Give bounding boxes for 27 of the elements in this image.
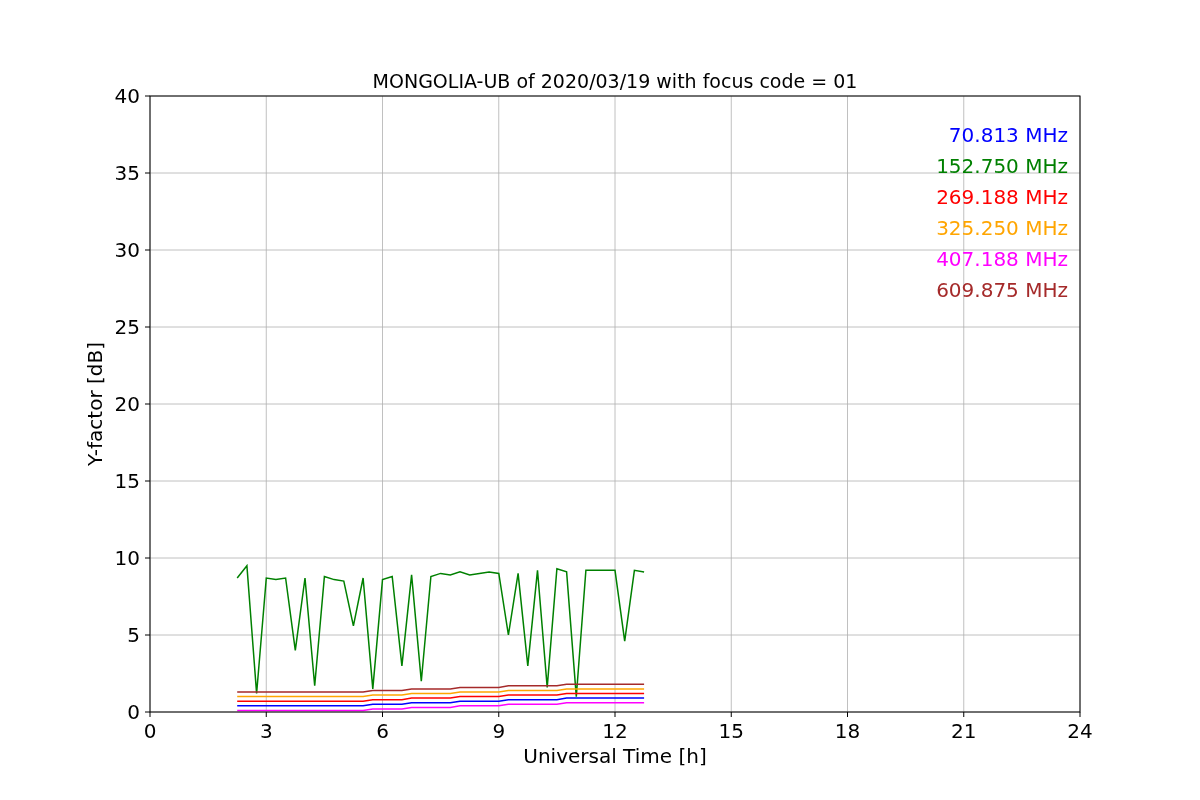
x-tick-label: 18 xyxy=(834,719,861,743)
legend-label: 325.250 MHz xyxy=(936,216,1068,240)
chart-title: MONGOLIA-UB of 2020/03/19 with focus code = 01 xyxy=(372,70,858,92)
y-tick-label: 20 xyxy=(114,392,140,416)
legend-label: 269.188 MHz xyxy=(936,185,1068,209)
x-tick-label: 6 xyxy=(376,719,389,743)
x-tick-label: 12 xyxy=(602,719,628,743)
legend-label: 407.188 MHz xyxy=(936,247,1068,271)
legend-label: 609.875 MHz xyxy=(936,278,1068,302)
legend-label: 152.750 MHz xyxy=(936,154,1068,178)
y-tick-label: 15 xyxy=(114,469,140,493)
y-tick-label: 25 xyxy=(114,315,140,339)
x-tick-label: 9 xyxy=(492,719,506,743)
y-tick-label: 5 xyxy=(127,623,140,647)
x-tick-label: 21 xyxy=(951,719,977,743)
y-tick-label: 40 xyxy=(114,84,140,108)
y-axis-label: Y-factor [dB] xyxy=(83,342,107,466)
legend-label: 70.813 MHz xyxy=(948,123,1068,147)
y-tick-label: 10 xyxy=(114,546,140,570)
y-tick-label: 0 xyxy=(127,700,140,724)
x-tick-label: 24 xyxy=(1067,719,1093,743)
y-tick-label: 35 xyxy=(114,161,140,185)
y-tick-label: 30 xyxy=(114,238,140,262)
x-tick-label: 3 xyxy=(259,719,273,743)
x-axis-label: Universal Time [h] xyxy=(523,744,707,768)
x-tick-label: 0 xyxy=(143,719,157,743)
x-tick-label: 15 xyxy=(718,719,744,743)
